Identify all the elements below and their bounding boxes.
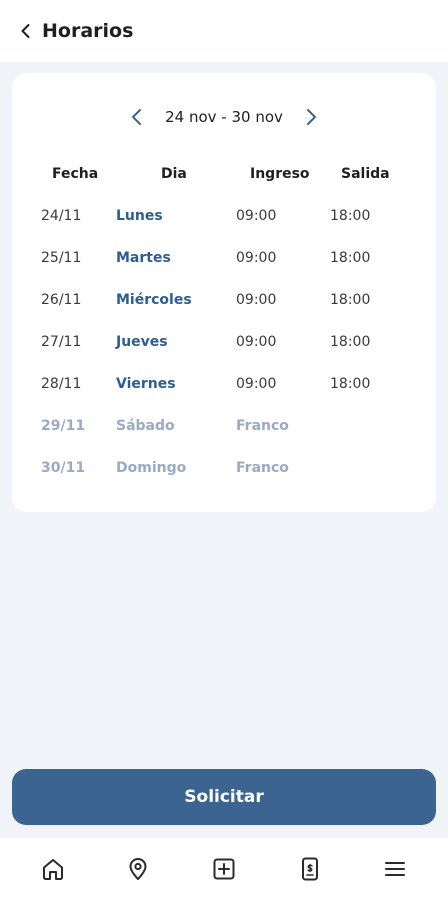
week-navigator: 24 nov - 30 nov xyxy=(12,103,436,131)
table-row-day-off: 30/11 Domingo Franco xyxy=(12,460,436,484)
row-date: 26/11 xyxy=(41,292,82,308)
row-check-out: 18:00 xyxy=(330,292,371,308)
row-check-out: 18:00 xyxy=(330,334,371,350)
row-day: Lunes xyxy=(116,208,163,224)
back-button[interactable] xyxy=(6,11,46,51)
chevron-left-icon xyxy=(132,109,142,125)
location-pin-icon xyxy=(129,858,147,880)
row-day: Viernes xyxy=(116,376,176,392)
table-row: 26/11 Miércoles 09:00 18:00 xyxy=(12,292,436,316)
row-date: 28/11 xyxy=(41,376,82,392)
schedule-card: 24 nov - 30 nov Fecha Dia Ingreso Salida… xyxy=(12,73,436,512)
row-date: 25/11 xyxy=(41,250,82,266)
week-range-label: 24 nov - 30 nov xyxy=(165,108,283,126)
row-check-in: Franco xyxy=(236,418,289,434)
row-check-in: 09:00 xyxy=(236,208,277,224)
row-day: Jueves xyxy=(116,334,168,350)
column-header-fecha: Fecha xyxy=(52,166,99,182)
table-row: 25/11 Martes 09:00 18:00 xyxy=(12,250,436,274)
top-app-bar: Horarios xyxy=(0,0,448,62)
nav-location-button[interactable] xyxy=(116,847,160,891)
solicitar-button[interactable]: Solicitar xyxy=(12,769,436,825)
table-row-day-off: 29/11 Sábado Franco xyxy=(12,418,436,442)
table-row: 28/11 Viernes 09:00 18:00 xyxy=(12,376,436,400)
page-title: Horarios xyxy=(42,20,134,42)
home-icon xyxy=(42,859,63,880)
row-day: Martes xyxy=(116,250,171,266)
row-check-out: 18:00 xyxy=(330,376,371,392)
table-row: 24/11 Lunes 09:00 18:00 xyxy=(12,208,436,232)
plus-square-icon xyxy=(213,858,235,880)
row-day: Sábado xyxy=(116,418,175,434)
row-day: Miércoles xyxy=(116,292,192,308)
row-date: 30/11 xyxy=(41,460,86,476)
bottom-navigation xyxy=(0,838,448,900)
receipt-icon xyxy=(301,857,318,881)
row-check-in: 09:00 xyxy=(236,292,277,308)
row-check-in: Franco xyxy=(236,460,289,476)
nav-menu-button[interactable] xyxy=(373,847,417,891)
row-date: 24/11 xyxy=(41,208,82,224)
next-week-button[interactable] xyxy=(297,103,325,131)
table-row: 27/11 Jueves 09:00 18:00 xyxy=(12,334,436,358)
column-header-dia: Dia xyxy=(161,166,187,182)
chevron-left-icon xyxy=(21,24,30,38)
menu-icon xyxy=(385,862,406,876)
row-day: Domingo xyxy=(116,460,187,476)
row-date: 27/11 xyxy=(41,334,82,350)
row-check-in: 09:00 xyxy=(236,250,277,266)
row-check-out: 18:00 xyxy=(330,250,371,266)
nav-receipts-button[interactable] xyxy=(288,847,332,891)
row-check-out: 18:00 xyxy=(330,208,371,224)
nav-home-button[interactable] xyxy=(31,847,75,891)
row-check-in: 09:00 xyxy=(236,376,277,392)
column-header-salida: Salida xyxy=(341,166,390,182)
previous-week-button[interactable] xyxy=(123,103,151,131)
column-header-ingreso: Ingreso xyxy=(250,166,310,182)
chevron-right-icon xyxy=(306,109,316,125)
row-date: 29/11 xyxy=(41,418,86,434)
row-check-in: 09:00 xyxy=(236,334,277,350)
nav-add-button[interactable] xyxy=(202,847,246,891)
